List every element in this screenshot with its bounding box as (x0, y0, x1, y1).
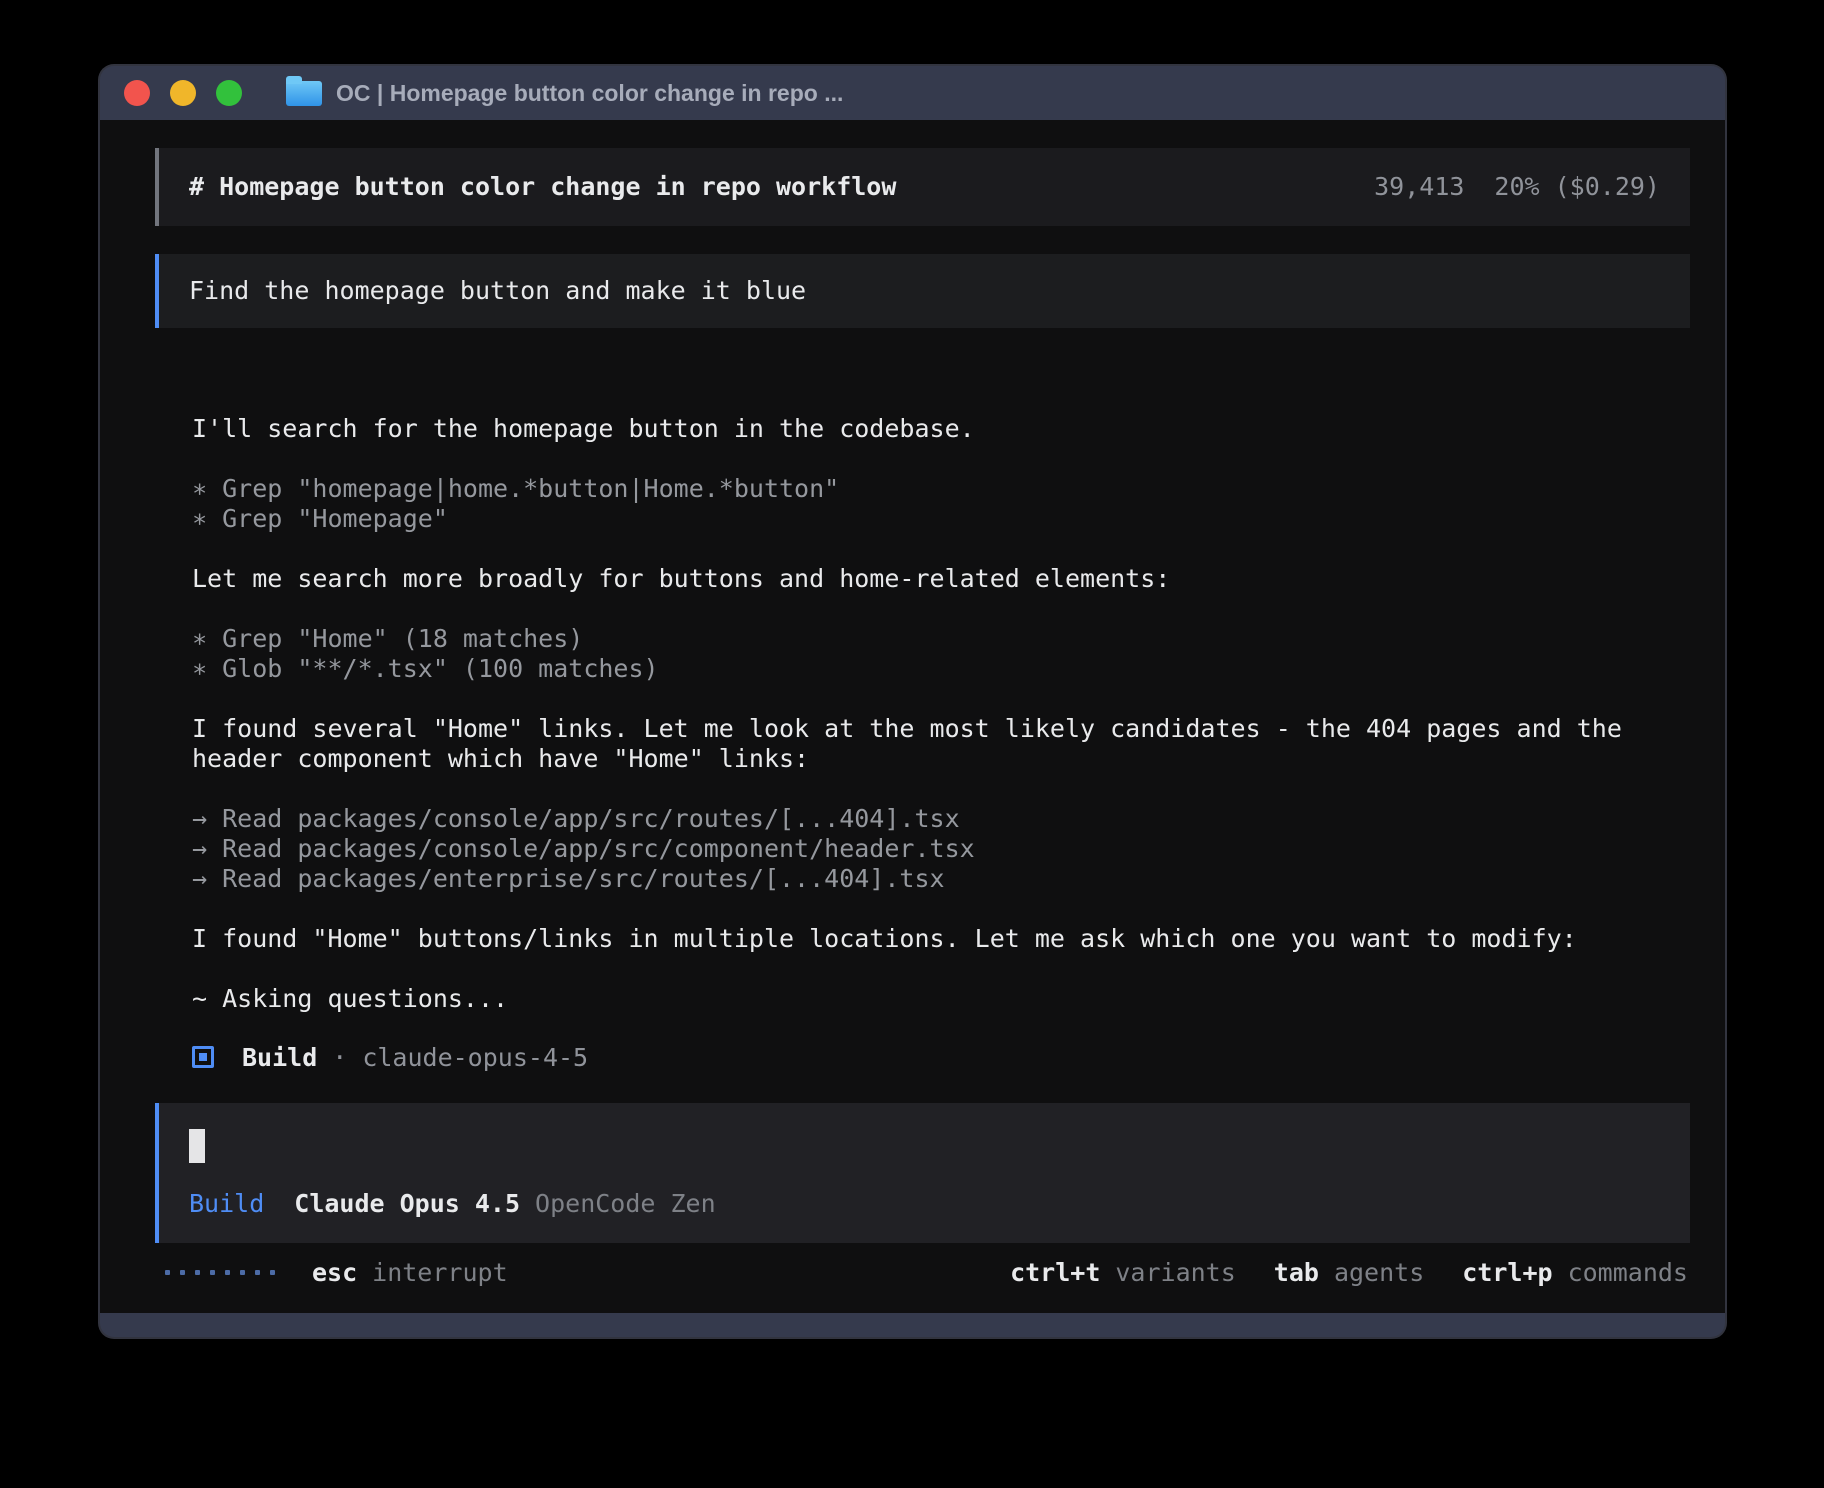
assistant-text-block: ~ Asking questions... (192, 984, 1689, 1014)
shortcut-label: agents (1334, 1258, 1424, 1287)
spinner-dot (255, 1270, 260, 1275)
agent-name: Build (242, 1043, 317, 1072)
spinner-dot (240, 1270, 245, 1275)
tool-call-line: ∗ Glob "**/*.tsx" (100 matches) (192, 654, 1689, 684)
tool-call-line: ∗ Grep "Homepage" (192, 504, 1689, 534)
assistant-text-line: I found several "Home" links. Let me loo… (192, 714, 1689, 744)
session-stats: 39,413 20% ($0.29) (1374, 172, 1660, 202)
build-agent-icon-dot (199, 1053, 207, 1061)
assistant-text-line: header component which have "Home" links… (192, 744, 1689, 774)
user-message: Find the homepage button and make it blu… (155, 254, 1690, 328)
agent-status-row: Build · claude-opus-4-5 (192, 1042, 1689, 1072)
window-titlebar[interactable]: OC | Homepage button color change in rep… (100, 66, 1725, 120)
spinner-dot (165, 1270, 170, 1275)
terminal-content: # Homepage button color change in repo w… (100, 120, 1725, 1313)
build-agent-icon (192, 1046, 214, 1068)
session-header: # Homepage button color change in repo w… (155, 148, 1690, 226)
shortcut-label: commands (1568, 1258, 1688, 1287)
status-right-shortcuts: ctrl+t variants tab agents ctrl+p commands (1010, 1258, 1688, 1287)
assistant-text-line: I found "Home" buttons/links in multiple… (192, 924, 1689, 954)
spinner-dots (165, 1270, 275, 1275)
tool-call-line: ∗ Grep "homepage|home.*button|Home.*butt… (192, 474, 1689, 504)
shortcut-key: tab (1274, 1258, 1319, 1287)
shortcut-key: ctrl+t (1010, 1258, 1100, 1287)
spinner-dot (270, 1270, 275, 1275)
assistant-transcript: I'll search for the homepage button in t… (192, 414, 1689, 1014)
window-title: OC | Homepage button color change in rep… (336, 80, 843, 107)
input-meta-row: Build Claude Opus 4.5 OpenCode Zen (189, 1189, 1660, 1219)
spinner-dot (225, 1270, 230, 1275)
spinner-dot (210, 1270, 215, 1275)
shortcut-tab: tab agents (1274, 1258, 1424, 1287)
terminal-window: OC | Homepage button color change in rep… (100, 66, 1725, 1337)
zoom-button[interactable] (216, 80, 242, 106)
tool-call-block: ∗ Grep "homepage|home.*button|Home.*butt… (192, 474, 1689, 534)
tool-call-block: ∗ Grep "Home" (18 matches)∗ Glob "**/*.t… (192, 624, 1689, 684)
tool-call-line: ∗ Grep "Home" (18 matches) (192, 624, 1689, 654)
agent-separator: · (332, 1043, 347, 1072)
tool-call-line: → Read packages/enterprise/src/routes/[.… (192, 864, 1689, 894)
shortcut-ctrl-t: ctrl+t variants (1010, 1258, 1236, 1287)
assistant-text-line: Let me search more broadly for buttons a… (192, 564, 1689, 594)
status-bar: escinterrupt ctrl+tvariantstabagentsctrl… (165, 1257, 1688, 1287)
folder-icon (286, 81, 322, 106)
assistant-text-block: Let me search more broadly for buttons a… (192, 564, 1689, 594)
prompt-input[interactable]: Build Claude Opus 4.5 OpenCode Zen (155, 1103, 1690, 1243)
shortcut-key: ctrl+p (1462, 1258, 1552, 1287)
token-count: 39,413 (1374, 172, 1464, 202)
assistant-text-block: I'll search for the homepage button in t… (192, 414, 1689, 444)
shortcut-label: interrupt (372, 1258, 507, 1287)
shortcut-label: variants (1115, 1258, 1235, 1287)
shortcut-ctrl-p: ctrl+p commands (1462, 1258, 1688, 1287)
assistant-text-block: I found several "Home" links. Let me loo… (192, 714, 1689, 774)
minimize-button[interactable] (170, 80, 196, 106)
close-button[interactable] (124, 80, 150, 106)
shortcut-esc: esc interrupt (312, 1258, 508, 1287)
agent-model: claude-opus-4-5 (362, 1043, 588, 1072)
tool-call-block: → Read packages/console/app/src/routes/[… (192, 804, 1689, 894)
input-provider-label: OpenCode Zen (535, 1189, 716, 1219)
assistant-text-line: I'll search for the homepage button in t… (192, 414, 1689, 444)
input-agent-label[interactable]: Build (189, 1189, 264, 1219)
tool-call-line: → Read packages/console/app/src/routes/[… (192, 804, 1689, 834)
spinner-dot (180, 1270, 185, 1275)
status-left-shortcuts: esc interrupt (312, 1258, 508, 1287)
session-title: # Homepage button color change in repo w… (189, 172, 896, 202)
text-cursor (189, 1129, 205, 1163)
assistant-text-block: I found "Home" buttons/links in multiple… (192, 924, 1689, 954)
shortcut-key: esc (312, 1258, 357, 1287)
assistant-text-line: ~ Asking questions... (192, 984, 1689, 1014)
status-bar-left: esc interrupt (165, 1258, 508, 1287)
spinner-dot (195, 1270, 200, 1275)
input-model-label[interactable]: Claude Opus 4.5 (294, 1189, 520, 1219)
context-cost: 20% ($0.29) (1494, 172, 1660, 202)
tool-call-line: → Read packages/console/app/src/componen… (192, 834, 1689, 864)
user-message-text: Find the homepage button and make it blu… (189, 276, 806, 305)
